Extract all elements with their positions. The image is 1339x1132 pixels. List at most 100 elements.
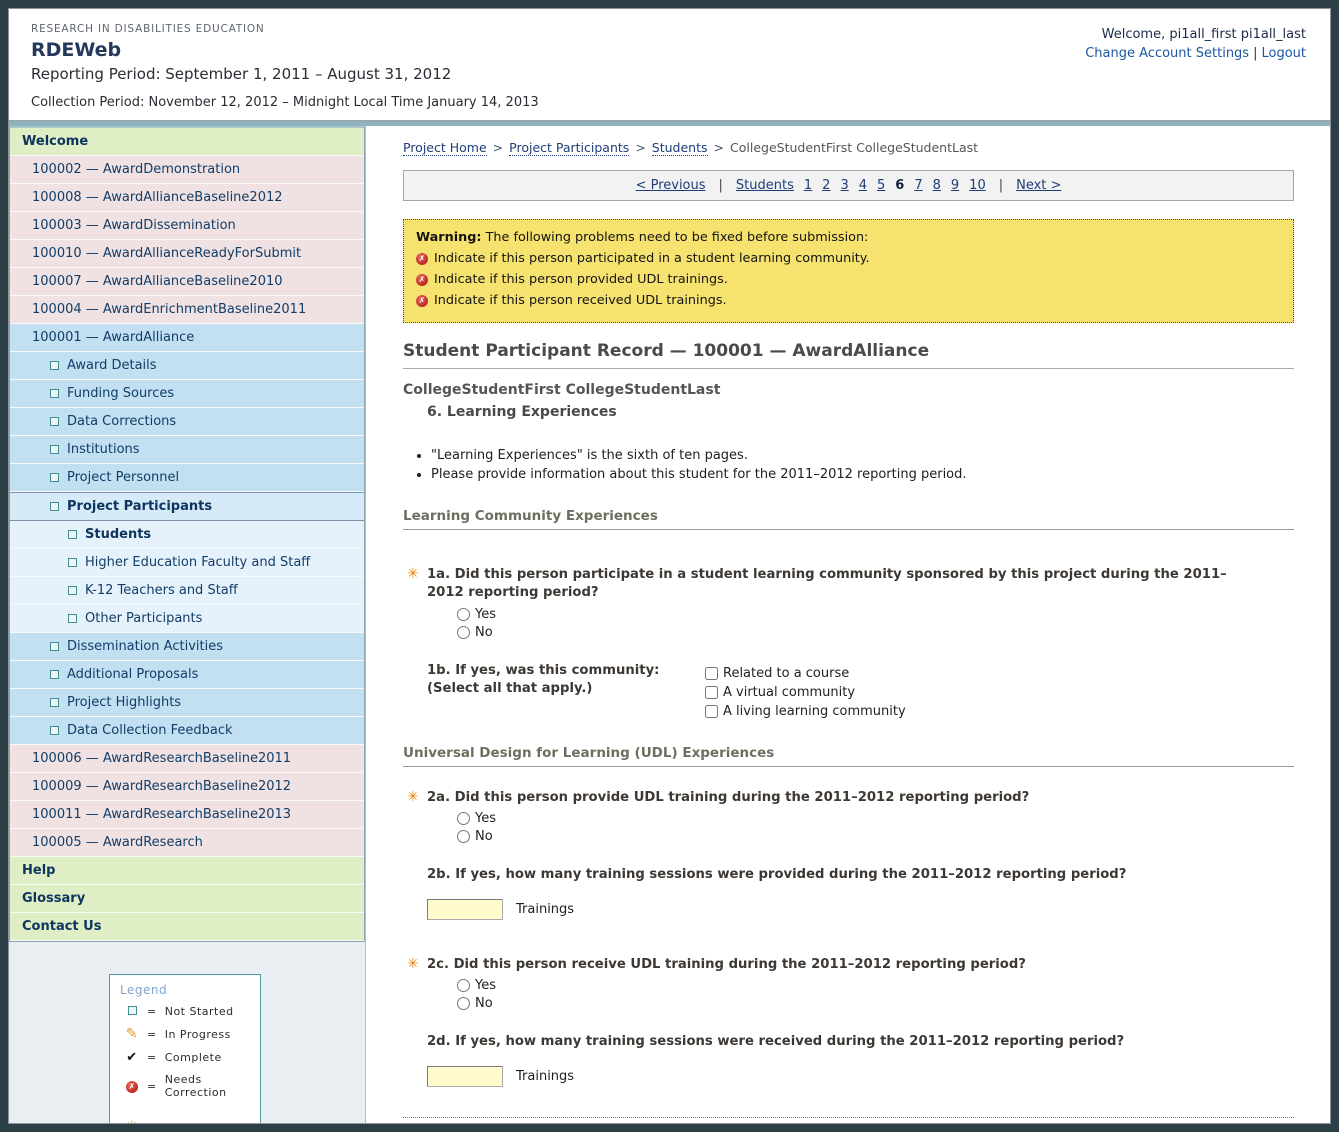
- sidebar-item-label: Higher Education Faculty and Staff: [85, 555, 310, 570]
- warning-item-text: Indicate if this person provided UDL tra…: [434, 272, 728, 287]
- sidebar-item[interactable]: Welcome: [10, 128, 364, 156]
- sidebar-item-label: 100007 — AwardAllianceBaseline2010: [32, 274, 283, 289]
- next-page-link[interactable]: Next >: [1016, 178, 1061, 193]
- sidebar-item[interactable]: Help: [10, 857, 364, 885]
- page-number-link[interactable]: 9: [951, 178, 959, 193]
- sidebar-item[interactable]: Project Participants: [10, 492, 364, 521]
- sidebar-item[interactable]: 100008 — AwardAllianceBaseline2012: [10, 184, 364, 212]
- legend-item: ✔=Complete: [120, 1050, 254, 1065]
- sidebar-item[interactable]: 100011 — AwardResearchBaseline2013: [10, 801, 364, 829]
- sidebar-item[interactable]: Project Personnel: [10, 464, 364, 492]
- trainings-provided-input[interactable]: [427, 899, 503, 920]
- page-number-link[interactable]: 7: [914, 178, 922, 193]
- legend-item: ✗=Needs Correction: [120, 1073, 254, 1099]
- sidebar-item[interactable]: Award Details: [10, 352, 364, 380]
- radio-option-no[interactable]: No: [457, 625, 1263, 640]
- intro-bullet: Please provide information about this st…: [431, 467, 1294, 482]
- question-1b-line2: (Select all that apply.): [427, 680, 705, 698]
- sidebar-item[interactable]: Higher Education Faculty and Staff: [10, 549, 364, 577]
- sidebar-item[interactable]: Data Collection Feedback: [10, 717, 364, 745]
- sidebar-item[interactable]: Glossary: [10, 885, 364, 913]
- sidebar-item-label: Funding Sources: [67, 386, 174, 401]
- sidebar-item[interactable]: Institutions: [10, 436, 364, 464]
- sidebar-item-label: Data Corrections: [67, 414, 176, 429]
- warning-item: ✗Indicate if this person provided UDL tr…: [416, 272, 1281, 287]
- sidebar-item[interactable]: 100005 — AwardResearch: [10, 829, 364, 857]
- checkbox-option[interactable]: Related to a course: [705, 666, 906, 681]
- checkbox-option[interactable]: A virtual community: [705, 685, 906, 700]
- checkbox[interactable]: [705, 667, 718, 680]
- sidebar-item[interactable]: Additional Proposals: [10, 661, 364, 689]
- checkbox[interactable]: [705, 686, 718, 699]
- students-list-link[interactable]: Students: [736, 178, 794, 193]
- previous-page-link[interactable]: < Previous: [636, 178, 706, 193]
- not-started-icon: [68, 558, 77, 567]
- radio-option-label: No: [475, 625, 493, 640]
- logout-link[interactable]: Logout: [1261, 46, 1306, 61]
- trainings-received-input[interactable]: [427, 1066, 503, 1087]
- sidebar-item[interactable]: 100006 — AwardResearchBaseline2011: [10, 745, 364, 773]
- trainings-received-suffix: Trainings: [516, 1069, 574, 1084]
- sidebar-item[interactable]: Students: [10, 521, 364, 549]
- sidebar-item[interactable]: 100001 — AwardAlliance: [10, 324, 364, 352]
- legend-item-label: Not Started: [165, 1005, 234, 1018]
- breadcrumb-separator: >: [635, 140, 645, 155]
- radio-option-no[interactable]: No: [457, 829, 1263, 844]
- sidebar-item[interactable]: 100009 — AwardResearchBaseline2012: [10, 773, 364, 801]
- page-number-link[interactable]: 4: [859, 178, 867, 193]
- link-separator: |: [1253, 46, 1257, 61]
- brand-eyebrow: RESEARCH IN DISABILITIES EDUCATION: [31, 23, 539, 35]
- account-links: Change Account Settings | Logout: [1085, 46, 1306, 61]
- page-number-link[interactable]: 10: [969, 178, 986, 193]
- page-number-links: 123456789 10: [799, 178, 991, 193]
- radio-option-label: No: [475, 829, 493, 844]
- pencil-icon: ✎: [120, 1026, 144, 1042]
- breadcrumb-link-project-participants[interactable]: Project Participants: [509, 140, 629, 156]
- radio-option-yes[interactable]: Yes: [457, 607, 1263, 622]
- radio-button[interactable]: [457, 608, 470, 621]
- radio-button[interactable]: [457, 830, 470, 843]
- radio-button[interactable]: [457, 626, 470, 639]
- radio-button[interactable]: [457, 812, 470, 825]
- radio-option-label: Yes: [475, 607, 496, 622]
- radio-option-yes[interactable]: Yes: [457, 978, 1263, 993]
- sidebar-item-label: 100009 — AwardResearchBaseline2012: [32, 779, 291, 794]
- checkbox-option-label: Related to a course: [723, 666, 849, 681]
- radio-option-yes[interactable]: Yes: [457, 811, 1263, 826]
- sidebar-item[interactable]: 100003 — AwardDissemination: [10, 212, 364, 240]
- current-page-number: 6: [895, 178, 904, 193]
- checkbox[interactable]: [705, 705, 718, 718]
- collection-period: Collection Period: November 12, 2012 – M…: [31, 95, 539, 110]
- sidebar-item[interactable]: 100007 — AwardAllianceBaseline2010: [10, 268, 364, 296]
- sidebar-item[interactable]: Funding Sources: [10, 380, 364, 408]
- sidebar-item[interactable]: 100010 — AwardAllianceReadyForSubmit: [10, 240, 364, 268]
- breadcrumb-link-project-home[interactable]: Project Home: [403, 140, 487, 156]
- sidebar-item[interactable]: Contact Us: [10, 913, 364, 941]
- sidebar-item[interactable]: 100004 — AwardEnrichmentBaseline2011: [10, 296, 364, 324]
- page-number-link[interactable]: 8: [933, 178, 941, 193]
- breadcrumb-link-students[interactable]: Students: [652, 140, 708, 156]
- page-number-link[interactable]: 5: [877, 178, 885, 193]
- question-2c: ✳ 2c. Did this person receive UDL traini…: [403, 956, 1263, 1011]
- not-started-icon: [50, 502, 59, 511]
- page-number-link[interactable]: 1: [804, 178, 812, 193]
- sidebar-item-label: Award Details: [67, 358, 157, 373]
- sidebar-item[interactable]: Dissemination Activities: [10, 633, 364, 661]
- warning-title: Warning:: [416, 230, 482, 245]
- checkbox-option[interactable]: A living learning community: [705, 704, 906, 719]
- radio-button[interactable]: [457, 997, 470, 1010]
- question-2d: 2d. If yes, how many training sessions w…: [403, 1033, 1263, 1051]
- radio-button[interactable]: [457, 979, 470, 992]
- record-pagination-bar: < Previous|Students12345678910|Next >: [403, 170, 1294, 201]
- sidebar-item[interactable]: 100002 — AwardDemonstration: [10, 156, 364, 184]
- change-account-settings-link[interactable]: Change Account Settings: [1085, 46, 1249, 61]
- radio-option-no[interactable]: No: [457, 996, 1263, 1011]
- sidebar-item[interactable]: Project Highlights: [10, 689, 364, 717]
- sidebar-item[interactable]: Data Corrections: [10, 408, 364, 436]
- page-number-link[interactable]: 2: [822, 178, 830, 193]
- radio-option-label: Yes: [475, 978, 496, 993]
- sidebar-item[interactable]: K-12 Teachers and Staff: [10, 577, 364, 605]
- warning-item: ✗Indicate if this person received UDL tr…: [416, 293, 1281, 308]
- page-number-link[interactable]: 3: [840, 178, 848, 193]
- sidebar-item[interactable]: Other Participants: [10, 605, 364, 633]
